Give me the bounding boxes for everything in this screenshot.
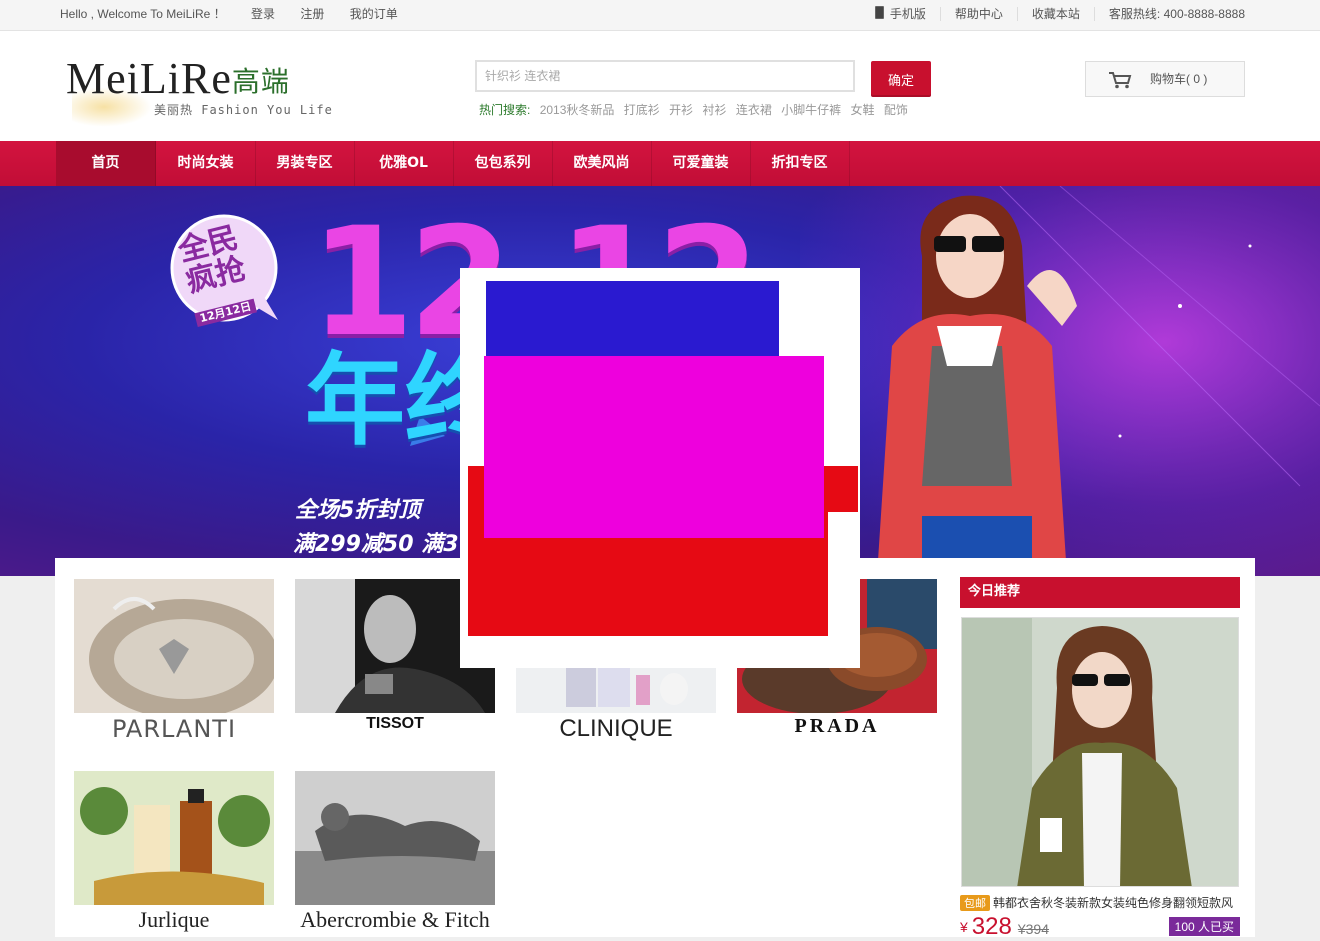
top-bar: Hello , Welcome To MeiLiRe ！ 登录 注册 我的订单 … <box>0 0 1320 31</box>
hot-search-label: 热门搜索: <box>479 103 531 117</box>
today-product-image[interactable] <box>961 617 1239 887</box>
my-orders-link[interactable]: 我的订单 <box>350 7 398 21</box>
popup-block-magenta <box>484 356 824 538</box>
welcome-text: Hello , Welcome To MeiLiRe ！ <box>60 7 226 21</box>
hot-keyword[interactable]: 女鞋 <box>851 103 875 117</box>
model-image <box>877 195 1077 576</box>
main-nav: 首页 时尚女装 男装专区 优雅OL 包包系列 欧美风尚 可爱童装 折扣专区 <box>0 141 1320 186</box>
banner-promo-1: 全场5折封顶 <box>295 498 421 523</box>
nav-women[interactable]: 时尚女装 <box>156 141 256 186</box>
nav-home[interactable]: 首页 <box>56 141 156 186</box>
today-old-price: ¥394 <box>1017 921 1049 937</box>
brand-card-abercrombie[interactable]: Abercrombie & Fitch <box>295 771 495 937</box>
brand-card-jurlique[interactable]: Jurlique <box>74 771 274 937</box>
brand-name: Abercrombie & Fitch <box>300 907 490 932</box>
brand-name: PRADA <box>794 715 880 737</box>
favorite-link[interactable]: 收藏本站 <box>1016 7 1080 21</box>
hot-keyword[interactable]: 打底衫 <box>624 103 660 117</box>
brand-image <box>74 771 274 905</box>
brand-name: PARLANTI <box>111 715 237 743</box>
banner-promo-2: 满299减50 满3 <box>293 532 459 557</box>
brand-image <box>74 579 274 713</box>
hot-search: 热门搜索: 2013秋冬新品 打底衫 开衫 衬衫 连衣裙 小脚牛仔裤 女鞋 配饰 <box>479 101 914 118</box>
brand-name: CLINIQUE <box>559 715 673 742</box>
today-title: 今日推荐 <box>960 577 1240 608</box>
hot-keyword[interactable]: 2013秋冬新品 <box>540 103 615 117</box>
mobile-link[interactable]: 手机版 <box>861 6 926 21</box>
popup-block-blue <box>486 281 779 359</box>
mobile-label: 手机版 <box>889 7 926 21</box>
today-price: 328 <box>971 913 1012 940</box>
hot-keyword[interactable]: 衬衫 <box>702 103 726 117</box>
nav-euro[interactable]: 欧美风尚 <box>552 141 652 186</box>
nav-discount[interactable]: 折扣专区 <box>750 141 850 186</box>
today-product-name: 韩都衣舍秋冬装新款女装纯色修身翻领短款风 <box>993 896 1234 910</box>
nav-bags[interactable]: 包包系列 <box>453 141 553 186</box>
search-box: 确定 <box>475 60 931 97</box>
nav-ol[interactable]: 优雅OL <box>354 141 454 186</box>
header: MeiLiRe高端 美丽热 Fashion You Life 确定 热门搜索: … <box>0 31 1320 141</box>
brand-image <box>295 771 495 905</box>
nav-kids[interactable]: 可爱童装 <box>651 141 751 186</box>
sold-count-badge: 100 人已买 <box>1168 917 1240 936</box>
brand-card-parlanti[interactable]: PARLANTI <box>74 579 274 745</box>
logo-tagline: 美丽热 Fashion You Life <box>154 103 333 117</box>
hot-keyword[interactable]: 连衣裙 <box>736 103 772 117</box>
cart-icon <box>1109 72 1132 89</box>
cart-label: 购物车( 0 ) <box>1150 72 1208 86</box>
currency-symbol: ¥ <box>960 919 968 935</box>
popup-ad[interactable] <box>460 268 860 668</box>
phone-icon <box>874 6 884 19</box>
nav-men[interactable]: 男装专区 <box>255 141 355 186</box>
search-input[interactable] <box>475 60 855 92</box>
cart-button[interactable]: 购物车( 0 ) <box>1085 61 1245 97</box>
register-link[interactable]: 注册 <box>300 7 324 21</box>
brand-name: TISSOT <box>366 715 424 732</box>
login-link[interactable]: 登录 <box>251 7 275 21</box>
logo-cn: 高端 <box>231 65 290 98</box>
help-link[interactable]: 帮助中心 <box>939 7 1003 21</box>
hot-keyword[interactable]: 小脚牛仔裤 <box>781 103 841 117</box>
logo-text: MeiLiRe <box>66 54 232 103</box>
hot-keyword[interactable]: 配饰 <box>884 103 908 117</box>
today-recommend: 今日推荐 包邮 韩都衣舍秋冬装新款女装纯色修身翻领短款风 ¥328 ¥394 100… <box>960 577 1240 940</box>
free-shipping-badge: 包邮 <box>960 895 990 911</box>
brand-name: Jurlique <box>138 907 210 932</box>
site-logo[interactable]: MeiLiRe高端 美丽热 Fashion You Life <box>66 57 346 127</box>
hot-keyword[interactable]: 开衫 <box>669 103 693 117</box>
popup-cutout <box>828 512 860 638</box>
search-button[interactable]: 确定 <box>871 61 931 97</box>
today-product-desc[interactable]: 包邮 韩都衣舍秋冬装新款女装纯色修身翻领短款风 <box>960 894 1250 911</box>
hotline-text: 客服热线: 400-8888-8888 <box>1093 7 1245 21</box>
